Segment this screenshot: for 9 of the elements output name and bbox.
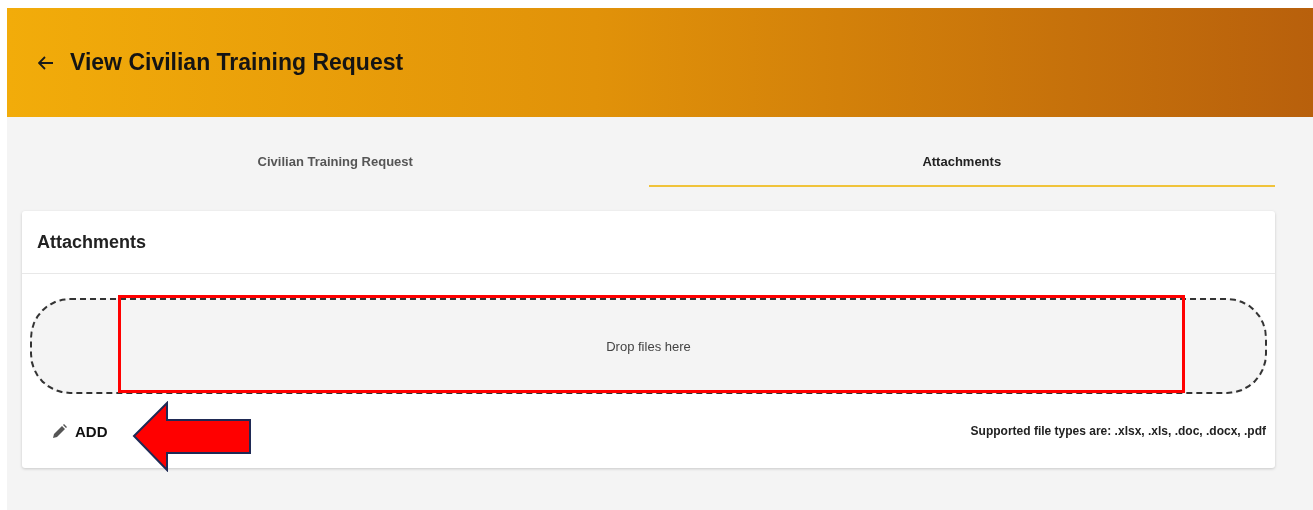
tab[interactable]: Civilian Training Request	[22, 140, 649, 187]
back-arrow-icon[interactable]	[38, 55, 54, 70]
card-title: Attachments	[22, 211, 1275, 274]
add-button[interactable]: ADD	[52, 418, 108, 444]
page-title: View Civilian Training Request	[70, 49, 404, 76]
drop-zone[interactable]: Drop files here	[30, 298, 1267, 394]
pencil-icon	[52, 423, 67, 439]
supported-types-note: Supported file types are: .xlsx, .xls, .doc, .docx, .pdf	[970, 424, 1266, 438]
tab[interactable]: Attachments	[648, 140, 1275, 187]
